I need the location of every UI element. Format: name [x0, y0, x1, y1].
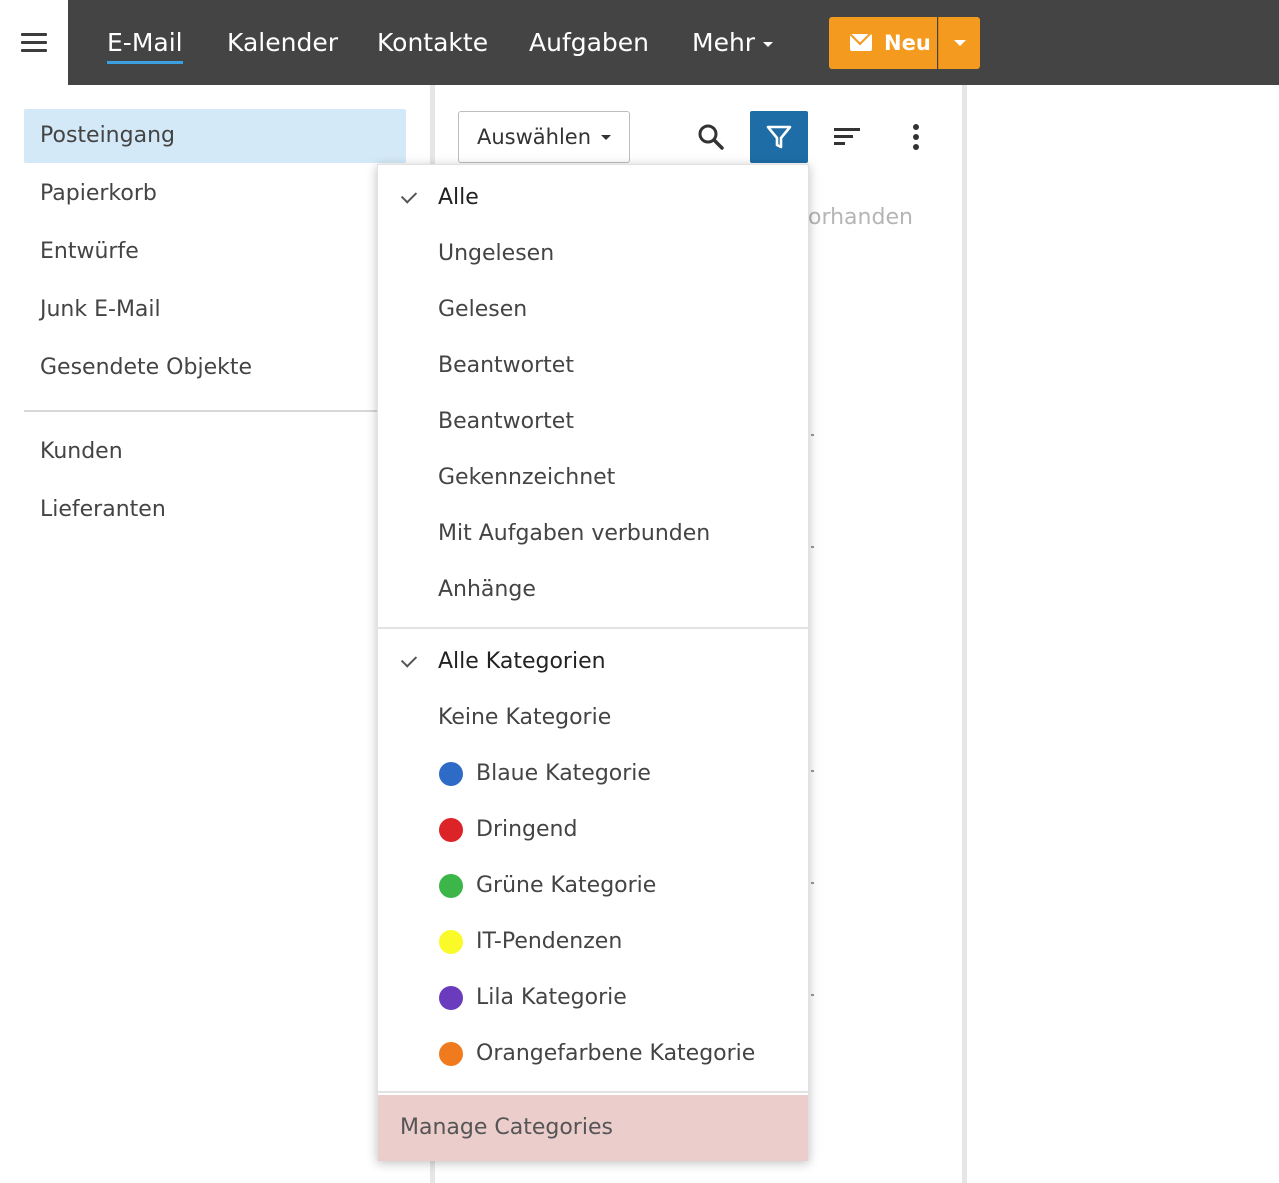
select-dropdown-button[interactable]: Auswählen: [458, 111, 630, 163]
folder-drafts[interactable]: Entwürfe: [24, 225, 406, 279]
filter-read[interactable]: Gelesen: [378, 282, 808, 338]
manage-categories-button[interactable]: Manage Categories: [378, 1095, 808, 1161]
list-separator-mark: [811, 770, 814, 772]
category-color-dot: [439, 986, 463, 1010]
folder-trash[interactable]: Papierkorb: [24, 167, 406, 221]
category-color-dot: [439, 818, 463, 842]
filter-unread[interactable]: Ungelesen: [378, 226, 808, 282]
category-color-dot: [439, 762, 463, 786]
filter-all[interactable]: Alle: [378, 170, 808, 226]
hamburger-menu-icon[interactable]: [21, 33, 47, 52]
new-button-label: Neu: [884, 31, 931, 55]
category-it-pending[interactable]: IT-Pendenzen: [378, 914, 808, 970]
search-button[interactable]: [682, 111, 740, 163]
new-email-button[interactable]: Neu: [829, 17, 937, 69]
checkmark-icon: [400, 651, 418, 668]
folder-inbox[interactable]: Posteingang: [24, 109, 406, 163]
category-urgent[interactable]: Dringend: [378, 802, 808, 858]
chevron-down-icon: [763, 41, 774, 47]
nav-more[interactable]: Mehr: [692, 0, 774, 85]
filter-button[interactable]: [750, 111, 808, 163]
filter-linked-tasks[interactable]: Mit Aufgaben verbunden: [378, 506, 808, 562]
filter-dropdown-menu: Alle Ungelesen Gelesen Beantwortet Beant…: [377, 164, 809, 1161]
list-separator-mark: [811, 882, 814, 884]
sort-icon: [834, 128, 860, 145]
folder-customers[interactable]: Kunden: [24, 425, 406, 479]
top-navigation-bar: E-Mail Kalender Kontakte Aufgaben Mehr: [68, 0, 1279, 85]
envelope-icon: [850, 34, 872, 51]
category-color-dot: [439, 930, 463, 954]
empty-list-text: orhanden: [808, 205, 913, 230]
new-dropdown-toggle-button[interactable]: [938, 17, 980, 69]
category-color-dot: [439, 874, 463, 898]
filter-replied[interactable]: Beantwortet: [378, 338, 808, 394]
filter-attachments[interactable]: Anhänge: [378, 562, 808, 618]
nav-calendar[interactable]: Kalender: [227, 0, 338, 85]
filter-replied-2[interactable]: Beantwortet: [378, 394, 808, 450]
category-orange[interactable]: Orangefarbene Kategorie: [378, 1026, 808, 1082]
list-separator-mark: [811, 546, 814, 548]
filter-icon: [766, 125, 792, 149]
sidebar-divider: [24, 410, 406, 412]
filter-flagged[interactable]: Gekennzeichnet: [378, 450, 808, 506]
folder-sidebar: Posteingang Papierkorb Entwürfe Junk E-M…: [0, 85, 432, 1183]
select-label: Auswählen: [477, 125, 592, 149]
search-icon: [698, 124, 724, 150]
sort-button[interactable]: [818, 111, 876, 163]
filter-no-category[interactable]: Keine Kategorie: [378, 690, 808, 746]
nav-contacts[interactable]: Kontakte: [377, 0, 488, 85]
filter-all-categories[interactable]: Alle Kategorien: [378, 634, 808, 690]
list-separator-mark: [811, 994, 814, 996]
folder-suppliers[interactable]: Lieferanten: [24, 483, 406, 537]
menu-area: [0, 0, 68, 85]
chevron-down-icon: [601, 135, 611, 140]
nav-tasks[interactable]: Aufgaben: [529, 0, 649, 85]
category-blue[interactable]: Blaue Kategorie: [378, 746, 808, 802]
category-purple[interactable]: Lila Kategorie: [378, 970, 808, 1026]
category-color-dot: [439, 1042, 463, 1066]
menu-divider: [378, 1091, 808, 1093]
folder-junk[interactable]: Junk E-Mail: [24, 283, 406, 337]
more-options-button[interactable]: [887, 111, 945, 163]
column-divider[interactable]: [962, 85, 967, 1183]
folder-sent[interactable]: Gesendete Objekte: [24, 341, 406, 395]
list-separator-mark: [811, 434, 814, 436]
nav-email[interactable]: E-Mail: [107, 0, 183, 85]
more-vertical-icon: [913, 124, 919, 150]
menu-divider: [378, 627, 808, 629]
category-green[interactable]: Grüne Kategorie: [378, 858, 808, 914]
checkmark-icon: [400, 187, 418, 204]
